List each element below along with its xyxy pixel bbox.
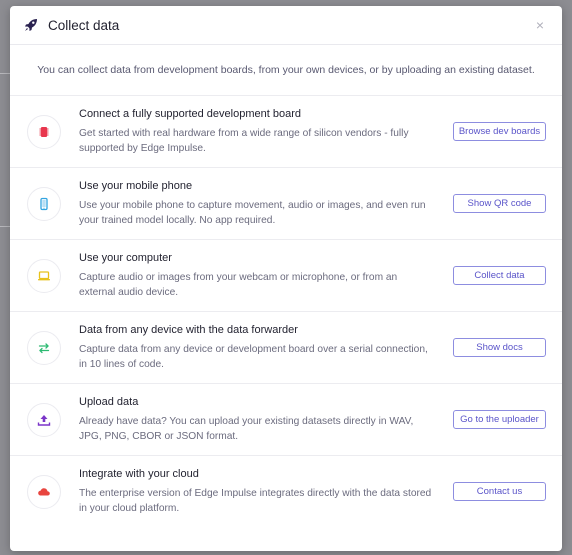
- laptop-icon: [27, 258, 61, 293]
- option-title: Upload data: [79, 395, 139, 408]
- collect-data-button[interactable]: Collect data: [453, 266, 546, 285]
- contact-us-button[interactable]: Contact us: [453, 482, 546, 501]
- browse-dev-boards-button[interactable]: Browse dev boards: [453, 122, 546, 141]
- option-text: Connect a fully supported development bo…: [79, 108, 453, 156]
- option-description: Capture audio or images from your webcam…: [79, 271, 398, 298]
- option-title: Use your computer: [79, 251, 172, 264]
- option-description: Get started with real hardware from a wi…: [79, 127, 409, 154]
- rocket-icon: [24, 17, 40, 33]
- upload-icon: [27, 402, 61, 437]
- option-cloud: Integrate with your cloud The enterprise…: [10, 455, 562, 527]
- modal-title: Collect data: [48, 17, 120, 33]
- option-text: Upload data Already have data? You can u…: [79, 396, 453, 444]
- option-dev-board: Connect a fully supported development bo…: [10, 95, 562, 167]
- chip-icon: [27, 114, 61, 149]
- option-mobile-phone: Use your mobile phone Use your mobile ph…: [10, 167, 562, 239]
- option-text: Use your mobile phone Use your mobile ph…: [79, 180, 453, 228]
- option-title: Use your mobile phone: [79, 179, 193, 192]
- intro-text: You can collect data from development bo…: [37, 64, 535, 76]
- option-text: Integrate with your cloud The enterprise…: [79, 468, 453, 516]
- close-icon[interactable]: ×: [532, 15, 548, 35]
- option-title: Data from any device with the data forwa…: [79, 323, 298, 336]
- phone-icon: [27, 186, 61, 221]
- backdrop-line: [0, 73, 10, 74]
- option-title: Integrate with your cloud: [79, 467, 199, 480]
- cloud-icon: [27, 474, 61, 509]
- modal-header: Collect data ×: [10, 6, 562, 44]
- option-data-forwarder: Data from any device with the data forwa…: [10, 311, 562, 383]
- option-description: The enterprise version of Edge Impulse i…: [79, 487, 432, 514]
- option-description: Already have data? You can upload your e…: [79, 415, 414, 442]
- show-docs-button[interactable]: Show docs: [453, 338, 546, 357]
- option-text: Data from any device with the data forwa…: [79, 324, 453, 372]
- option-description: Use your mobile phone to capture movemen…: [79, 199, 426, 226]
- option-computer: Use your computer Capture audio or image…: [10, 239, 562, 311]
- option-title: Connect a fully supported development bo…: [79, 107, 301, 120]
- show-qr-code-button[interactable]: Show QR code: [453, 194, 546, 213]
- option-description: Capture data from any device or developm…: [79, 343, 428, 370]
- go-to-uploader-button[interactable]: Go to the uploader: [453, 410, 546, 429]
- option-upload-data: Upload data Already have data? You can u…: [10, 383, 562, 455]
- exchange-icon: [27, 330, 61, 365]
- backdrop-line: [0, 226, 10, 227]
- option-text: Use your computer Capture audio or image…: [79, 252, 453, 300]
- collect-data-modal: Collect data × You can collect data from…: [10, 6, 562, 551]
